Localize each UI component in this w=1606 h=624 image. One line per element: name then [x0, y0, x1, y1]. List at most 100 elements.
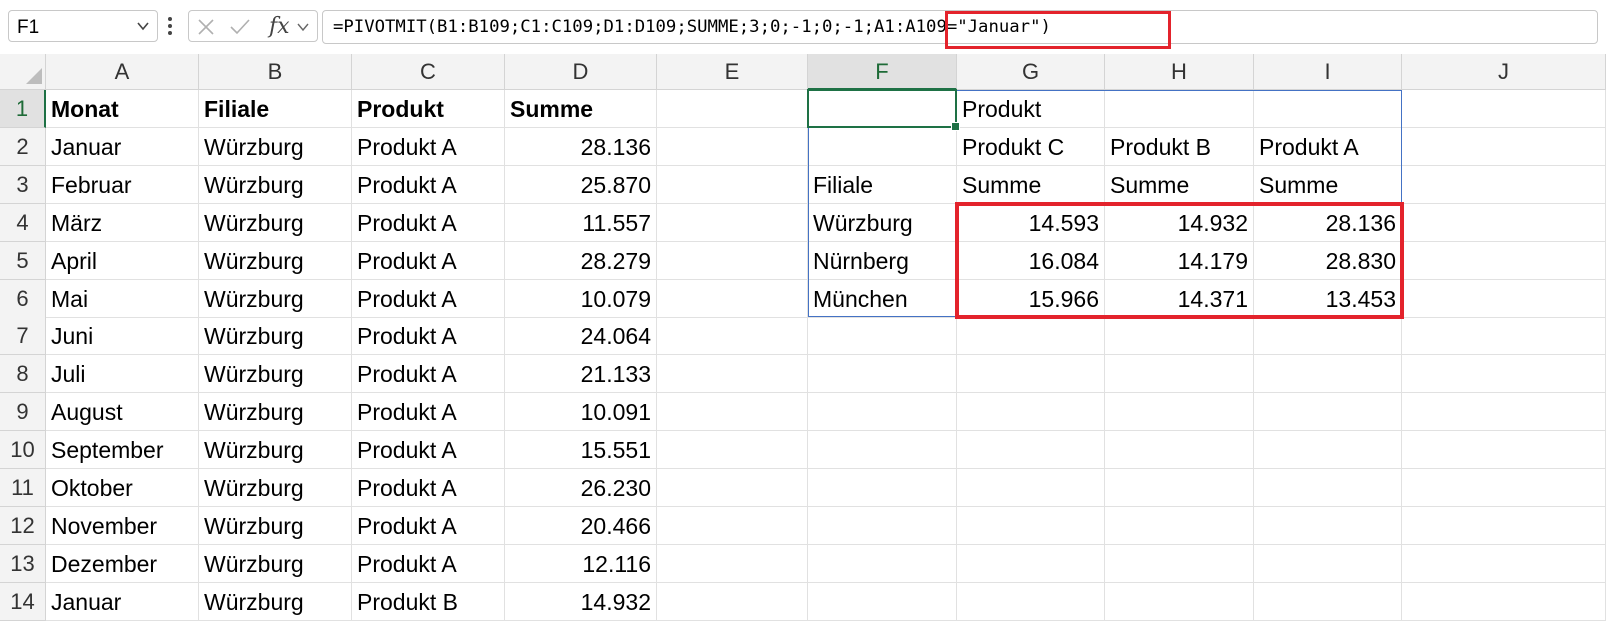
- cancel-icon[interactable]: [197, 18, 215, 36]
- value-cell[interactable]: 12.116: [505, 544, 657, 583]
- empty-cell[interactable]: [657, 90, 808, 128]
- pivot-value-cell[interactable]: 28.136: [1254, 203, 1402, 242]
- table-cell[interactable]: Februar: [46, 165, 199, 204]
- value-cell[interactable]: 10.091: [505, 393, 657, 432]
- empty-cell[interactable]: [1254, 355, 1402, 394]
- table-cell[interactable]: Oktober: [46, 469, 199, 507]
- empty-cell[interactable]: [1254, 544, 1402, 583]
- table-cell[interactable]: September: [46, 431, 199, 470]
- empty-cell[interactable]: [1105, 582, 1254, 621]
- empty-cell[interactable]: [957, 355, 1105, 394]
- table-cell[interactable]: Würzburg: [199, 279, 352, 318]
- empty-cell[interactable]: [957, 544, 1105, 583]
- table-cell[interactable]: Januar: [46, 127, 199, 166]
- table-cell[interactable]: Januar: [46, 582, 199, 621]
- pivot-value-cell[interactable]: 14.371: [1105, 279, 1254, 318]
- empty-cell[interactable]: [957, 469, 1105, 507]
- empty-cell[interactable]: [1402, 506, 1606, 545]
- column-header-d[interactable]: D: [505, 54, 657, 90]
- pivot-measure-header[interactable]: Summe: [1105, 165, 1254, 204]
- row-header-5[interactable]: 5: [0, 241, 46, 280]
- column-header-c[interactable]: C: [352, 54, 505, 90]
- empty-cell[interactable]: [808, 431, 957, 470]
- table-cell[interactable]: März: [46, 203, 199, 242]
- table-cell[interactable]: Würzburg: [199, 203, 352, 242]
- empty-cell[interactable]: [1402, 203, 1606, 242]
- pivot-value-cell[interactable]: 28.830: [1254, 241, 1402, 280]
- empty-cell[interactable]: [1105, 544, 1254, 583]
- table-cell[interactable]: Würzburg: [199, 506, 352, 545]
- column-header-i[interactable]: I: [1254, 54, 1402, 90]
- pivot-row-label[interactable]: München: [808, 279, 957, 318]
- table-cell[interactable]: Produkt A: [352, 165, 505, 204]
- column-header-e[interactable]: E: [657, 54, 808, 90]
- empty-cell[interactable]: [657, 203, 808, 242]
- value-cell[interactable]: 11.557: [505, 203, 657, 242]
- pivot-value-cell[interactable]: 14.932: [1105, 203, 1254, 242]
- row-header-1[interactable]: 1: [0, 90, 46, 128]
- value-cell[interactable]: 20.466: [505, 506, 657, 545]
- empty-cell[interactable]: [1254, 469, 1402, 507]
- table-cell[interactable]: Produkt A: [352, 355, 505, 394]
- empty-cell[interactable]: [808, 582, 957, 621]
- row-header-7[interactable]: 7: [0, 317, 46, 356]
- value-cell[interactable]: 24.064: [505, 317, 657, 356]
- empty-cell[interactable]: [808, 90, 957, 128]
- row-header-13[interactable]: 13: [0, 544, 46, 583]
- table-cell[interactable]: Würzburg: [199, 582, 352, 621]
- pivot-measure-header[interactable]: Summe: [957, 165, 1105, 204]
- empty-cell[interactable]: [957, 393, 1105, 432]
- table-cell[interactable]: Würzburg: [199, 544, 352, 583]
- empty-cell[interactable]: [808, 506, 957, 545]
- empty-cell[interactable]: [1254, 431, 1402, 470]
- table-cell[interactable]: Produkt A: [352, 279, 505, 318]
- insert-function-icon[interactable]: fx: [269, 14, 290, 39]
- chevron-down-icon[interactable]: [137, 21, 149, 31]
- pivot-product-header[interactable]: Produkt C: [957, 127, 1105, 166]
- empty-cell[interactable]: [1402, 582, 1606, 621]
- column-header-a[interactable]: A: [46, 54, 199, 90]
- empty-cell[interactable]: [808, 393, 957, 432]
- table-cell[interactable]: Würzburg: [199, 241, 352, 280]
- pivot-row-field[interactable]: Filiale: [808, 165, 957, 204]
- table-cell[interactable]: Produkt A: [352, 431, 505, 470]
- empty-cell[interactable]: [957, 506, 1105, 545]
- empty-cell[interactable]: [808, 317, 957, 356]
- value-cell[interactable]: 10.079: [505, 279, 657, 318]
- empty-cell[interactable]: [657, 431, 808, 470]
- chevron-down-icon[interactable]: [297, 22, 309, 32]
- empty-cell[interactable]: [1402, 279, 1606, 318]
- empty-cell[interactable]: [1105, 431, 1254, 470]
- row-header-3[interactable]: 3: [0, 165, 46, 204]
- value-cell[interactable]: 28.279: [505, 241, 657, 280]
- row-header-6[interactable]: 6: [0, 279, 46, 318]
- empty-cell[interactable]: [1254, 317, 1402, 356]
- empty-cell[interactable]: [808, 469, 957, 507]
- table-cell[interactable]: Würzburg: [199, 127, 352, 166]
- table-cell[interactable]: Juni: [46, 317, 199, 356]
- empty-cell[interactable]: [657, 469, 808, 507]
- empty-cell[interactable]: [957, 582, 1105, 621]
- select-all-button[interactable]: [0, 54, 46, 90]
- table-cell[interactable]: Dezember: [46, 544, 199, 583]
- empty-cell[interactable]: [1402, 469, 1606, 507]
- table-cell[interactable]: August: [46, 393, 199, 432]
- empty-cell[interactable]: [1402, 431, 1606, 470]
- column-header-h[interactable]: H: [1105, 54, 1254, 90]
- empty-cell[interactable]: [1402, 393, 1606, 432]
- value-cell[interactable]: 15.551: [505, 431, 657, 470]
- empty-cell[interactable]: [1402, 355, 1606, 394]
- table-header-cell[interactable]: Monat: [46, 90, 199, 128]
- row-header-12[interactable]: 12: [0, 506, 46, 545]
- table-cell[interactable]: Würzburg: [199, 431, 352, 470]
- table-cell[interactable]: Juli: [46, 355, 199, 394]
- column-header-f[interactable]: F: [808, 54, 957, 90]
- empty-cell[interactable]: [657, 582, 808, 621]
- table-cell[interactable]: Produkt A: [352, 469, 505, 507]
- empty-cell[interactable]: [1402, 127, 1606, 166]
- row-header-11[interactable]: 11: [0, 469, 46, 507]
- name-box[interactable]: F1: [8, 10, 158, 42]
- empty-cell[interactable]: [1402, 241, 1606, 280]
- empty-cell[interactable]: [808, 544, 957, 583]
- empty-cell[interactable]: [1402, 90, 1606, 128]
